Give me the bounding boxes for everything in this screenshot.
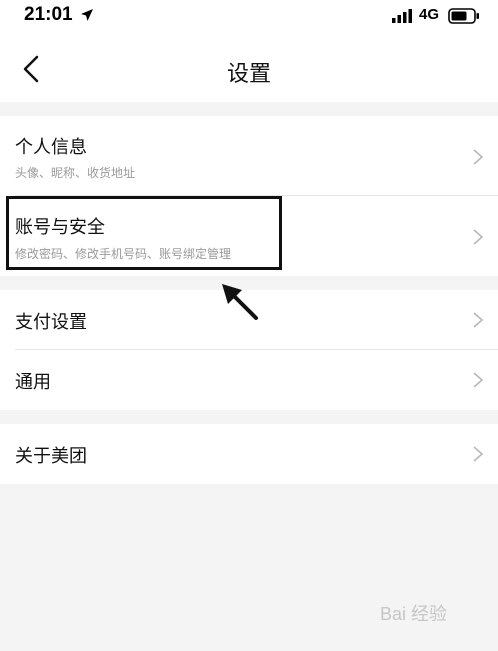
payment-settings-title: 支付设置 [15, 312, 87, 333]
status-bar: 21:01 4G [0, 0, 498, 34]
personal-info-row[interactable]: 个人信息 头像、昵称、收货地址 [0, 116, 498, 195]
general-row[interactable]: 通用 [0, 350, 498, 410]
personal-info-subtitle: 头像、昵称、收货地址 [15, 166, 136, 180]
status-time: 21:01 [24, 4, 73, 25]
about-title: 关于美团 [15, 446, 87, 467]
chevron-right-icon [473, 312, 484, 328]
nav-bar: 设置 [0, 34, 498, 102]
about-row[interactable]: 关于美团 [0, 424, 498, 484]
personal-info-title: 个人信息 [15, 137, 87, 158]
chevron-right-icon [473, 149, 484, 165]
page-title: 设置 [226, 62, 271, 87]
pointer-arrow-icon [222, 284, 258, 320]
highlight-box [6, 196, 282, 270]
chevron-right-icon [473, 372, 484, 388]
chevron-right-icon [473, 229, 484, 245]
general-title: 通用 [15, 372, 51, 393]
watermark: Bai 经验 [380, 604, 448, 624]
settings-group-about: 关于美团 [0, 424, 498, 484]
signal-icon [392, 9, 412, 23]
battery-icon [448, 8, 479, 24]
chevron-right-icon [473, 446, 484, 462]
location-arrow-icon [81, 9, 93, 21]
network-type: 4G [419, 6, 440, 23]
